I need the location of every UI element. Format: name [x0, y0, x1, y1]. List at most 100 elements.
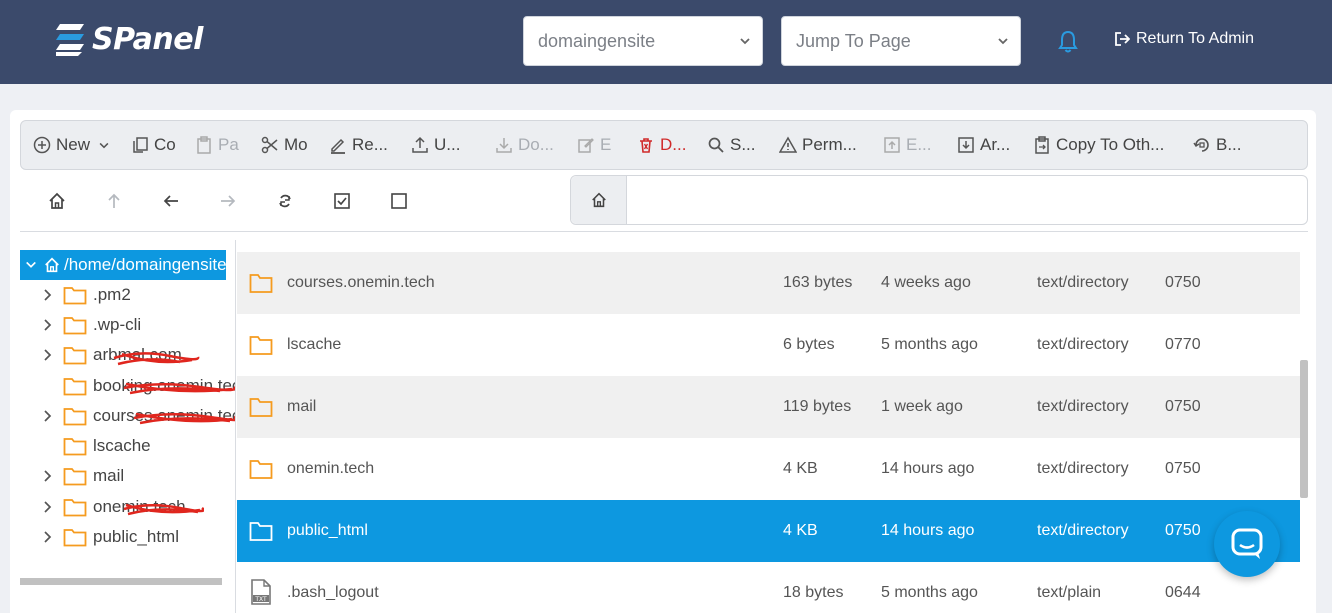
- file-size: 6 bytes: [783, 336, 835, 353]
- folder-icon: [63, 529, 87, 547]
- search-label: S...: [730, 135, 756, 154]
- new-button[interactable]: New: [33, 121, 123, 169]
- chevron-right-icon: [44, 289, 52, 301]
- copy-to-other-label: Copy To Oth...: [1056, 135, 1165, 154]
- move-button[interactable]: Mo: [261, 121, 309, 169]
- tree-item[interactable]: courses.onemin.tech: [40, 401, 236, 431]
- extract-label: E...: [906, 135, 932, 154]
- folder-icon: [63, 408, 87, 426]
- backup-icon: [1193, 138, 1209, 152]
- file-row[interactable]: lscache 6 bytes 5 months ago text/direct…: [237, 314, 1300, 376]
- folder-icon: [249, 274, 273, 293]
- tree-item[interactable]: onemin.tech: [40, 492, 186, 522]
- file-size: 4 KB: [783, 522, 818, 539]
- rename-button[interactable]: Re...: [329, 121, 389, 169]
- tree-item[interactable]: lscache: [40, 431, 151, 461]
- tree-item[interactable]: mail: [40, 461, 124, 491]
- file-modified: 14 hours ago: [881, 460, 975, 477]
- select-all-checkbox-icon[interactable]: [332, 191, 352, 211]
- upload-button[interactable]: U...: [411, 121, 467, 169]
- paste-button[interactable]: Pa: [195, 121, 241, 169]
- permissions-button[interactable]: Perm...: [779, 121, 861, 169]
- paste-label: Pa: [218, 135, 239, 154]
- return-to-admin-link[interactable]: Return To Admin: [1114, 30, 1254, 48]
- file-name: mail: [287, 398, 317, 415]
- rename-label: Re...: [352, 135, 388, 154]
- directory-tree: /home/domaingensite .pm2 .wp-cli arbmal.…: [20, 240, 236, 590]
- chevron-right-icon: [44, 531, 52, 543]
- chat-bubble-icon: [1231, 528, 1263, 559]
- download-button[interactable]: Do...: [495, 121, 561, 169]
- arrow-right-icon[interactable]: [218, 191, 238, 211]
- copy-icon: [133, 137, 148, 153]
- file-row[interactable]: TXT .bash_logout 18 bytes 5 months ago t…: [237, 562, 1300, 613]
- jump-to-page-placeholder: Jump To Page: [796, 30, 911, 51]
- pen-icon: [331, 138, 345, 154]
- tree-item[interactable]: arbmal.com: [40, 340, 182, 370]
- file-row[interactable]: mail 119 bytes 1 week ago text/directory…: [237, 376, 1300, 438]
- scissors-icon: [261, 136, 278, 154]
- delete-label: D...: [660, 135, 687, 154]
- archive-icon: [958, 137, 974, 153]
- tree-item-label: .pm2: [93, 285, 131, 304]
- plus-circle-icon: [33, 136, 51, 154]
- tree-item-label: .wp-cli: [93, 315, 142, 334]
- folder-icon: [249, 336, 273, 355]
- deselect-checkbox-icon[interactable]: [389, 191, 409, 211]
- refresh-icon[interactable]: [275, 191, 295, 211]
- archive-button[interactable]: Ar...: [957, 121, 1017, 169]
- path-home-segment[interactable]: [571, 176, 627, 224]
- copy-to-other-button[interactable]: Copy To Oth...: [1033, 121, 1169, 169]
- tree-item-label: lscache: [93, 436, 151, 455]
- warning-triangle-icon: [779, 136, 797, 153]
- file-list-vertical-scrollbar[interactable]: [1300, 360, 1308, 498]
- upload-icon: [412, 136, 428, 153]
- search-button[interactable]: S...: [707, 121, 757, 169]
- brand-name: SPanel: [92, 21, 203, 57]
- file-type: text/plain: [1037, 584, 1102, 601]
- file-modified: 14 hours ago: [881, 522, 975, 539]
- return-to-admin-label: Return To Admin: [1136, 30, 1254, 47]
- backup-button[interactable]: B...: [1193, 121, 1249, 169]
- extract-button[interactable]: E...: [883, 121, 933, 169]
- pane-divider: [235, 240, 236, 613]
- arrow-up-icon[interactable]: [104, 191, 124, 211]
- move-label: Mo: [284, 135, 308, 154]
- edit-button[interactable]: E: [577, 121, 617, 169]
- arrow-left-icon[interactable]: [161, 191, 181, 211]
- chevron-down-icon: [998, 38, 1008, 45]
- folder-icon: [63, 287, 87, 305]
- account-select[interactable]: domaingensite: [523, 16, 763, 66]
- delete-button[interactable]: D...: [637, 121, 687, 169]
- file-type: text/directory: [1037, 274, 1129, 291]
- file-name: .bash_logout: [287, 584, 379, 601]
- tree-item[interactable]: public_html: [40, 522, 179, 552]
- file-row[interactable]: courses.onemin.tech 163 bytes 4 weeks ag…: [237, 252, 1300, 314]
- tree-item[interactable]: .wp-cli: [40, 310, 141, 340]
- folder-icon: [63, 438, 87, 456]
- file-modified: 5 months ago: [881, 584, 978, 601]
- tree-item[interactable]: booking.onemin.tech: [40, 371, 236, 401]
- spanel-logo-icon: [56, 24, 84, 56]
- home-icon[interactable]: [47, 191, 67, 211]
- folder-icon: [63, 378, 87, 396]
- tree-root-item[interactable]: /home/domaingensite: [20, 250, 226, 280]
- download-icon: [496, 138, 512, 153]
- file-row[interactable]: onemin.tech 4 KB 14 hours ago text/direc…: [237, 438, 1300, 500]
- file-row-selected[interactable]: public_html 4 KB 14 hours ago text/direc…: [237, 500, 1300, 562]
- clipboard-icon: [197, 136, 211, 154]
- jump-to-page-select[interactable]: Jump To Page: [781, 16, 1021, 66]
- live-chat-button[interactable]: [1214, 511, 1280, 577]
- tree-item[interactable]: .pm2: [40, 280, 131, 310]
- chevron-down-icon: [99, 142, 109, 149]
- logout-icon: [1115, 32, 1130, 46]
- path-breadcrumb[interactable]: [570, 175, 1308, 225]
- copy-label: Co: [154, 135, 176, 154]
- tree-item-label: booking.onemin.tech: [93, 376, 236, 395]
- tree-item-label: public_html: [93, 527, 179, 546]
- file-name: lscache: [287, 336, 342, 353]
- spanel-logo[interactable]: SPanel: [52, 20, 203, 58]
- copy-button[interactable]: Co: [131, 121, 183, 169]
- tree-horizontal-scrollbar[interactable]: [20, 578, 222, 585]
- notification-bell-icon[interactable]: [1057, 30, 1079, 54]
